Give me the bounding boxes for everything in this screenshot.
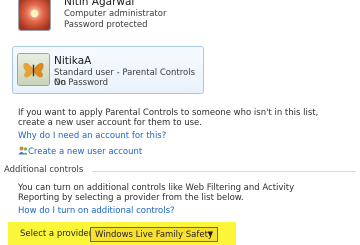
account-name: Nitin Agarwal xyxy=(64,0,135,8)
additional-controls-heading: Additional controls xyxy=(4,165,84,175)
create-account-link[interactable]: Create a new user account xyxy=(28,147,142,157)
info-text-line-1: If you want to apply Parental Controls t… xyxy=(18,108,319,118)
account-role: Computer administrator xyxy=(64,9,167,19)
section-divider xyxy=(92,171,356,172)
provider-selected-value: Windows Live Family Safety xyxy=(95,230,213,240)
how-additional-controls-link[interactable]: How do I turn on additional controls? xyxy=(18,206,175,216)
create-account-row[interactable]: Create a new user account xyxy=(18,146,142,157)
dropdown-arrow-icon: ▼ xyxy=(207,230,213,238)
create-account-icon xyxy=(18,146,28,155)
provider-select[interactable]: Windows Live Family Safety ▼ xyxy=(90,227,218,242)
provider-label: Select a provider: xyxy=(20,229,95,239)
account-password-status: Password protected xyxy=(64,20,148,30)
account-name: NitikaA xyxy=(54,55,92,67)
account-tile-nitin-agarwal[interactable]: Nitin Agarwal Computer administrator Pas… xyxy=(12,0,202,36)
info-text-line-2: create a new user account for them to us… xyxy=(18,118,202,128)
additional-controls-text-line-2: Reporting by selecting a provider from t… xyxy=(18,193,244,203)
why-account-link[interactable]: Why do I need an account for this? xyxy=(18,131,166,141)
account-tile-nitikaa[interactable]: NitikaA Standard user - Parental Control… xyxy=(12,46,204,94)
user-picture-flower-icon xyxy=(18,0,51,31)
additional-controls-text-line-1: You can turn on additional controls like… xyxy=(18,183,295,193)
account-password-status: No Password xyxy=(54,78,108,88)
user-picture-butterfly-icon xyxy=(17,53,50,86)
